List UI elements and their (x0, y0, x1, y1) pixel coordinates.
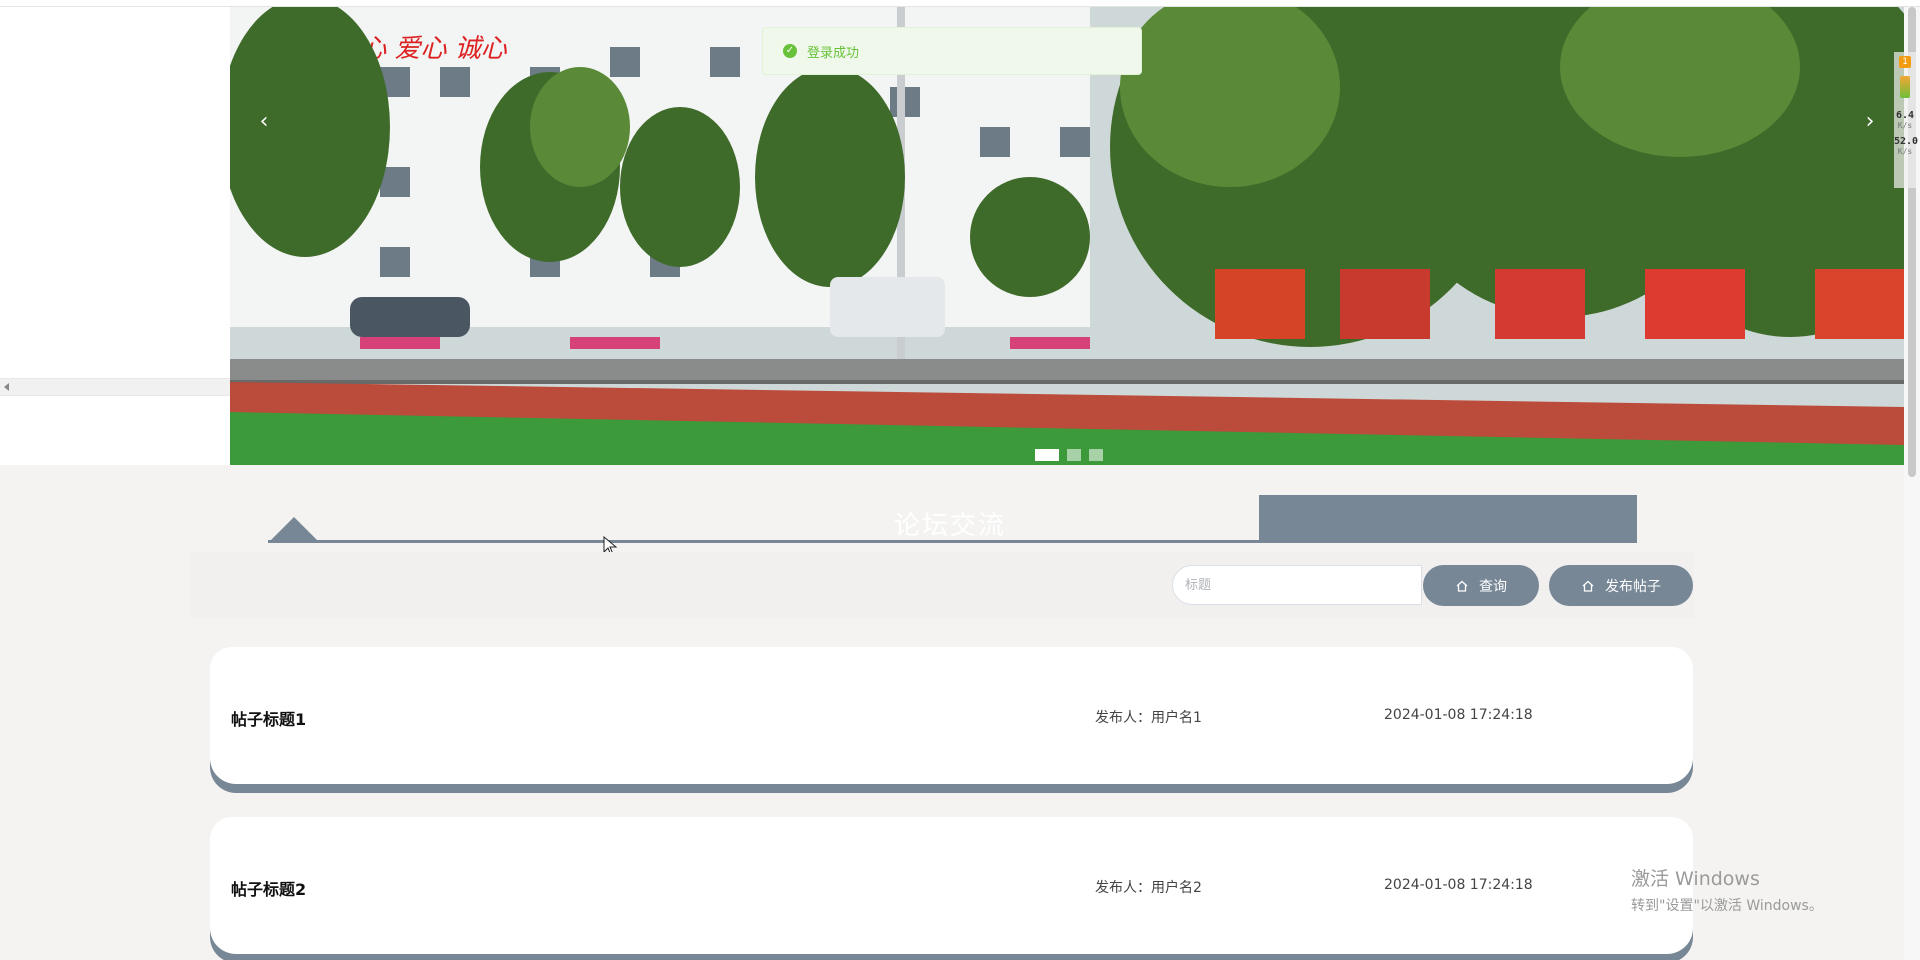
carousel-dot-2[interactable] (1067, 449, 1081, 461)
carousel-next-arrow-icon[interactable]: › (1850, 102, 1890, 142)
post-author: 发布人：用户名1 (1095, 710, 1202, 726)
widget-meter-icon (1900, 76, 1910, 98)
windows-activation-watermark: 激活 Windows 转到"设置"以激活 Windows。 (1631, 864, 1823, 915)
post-list-item[interactable]: 帖子标题2 发布人：用户名2 2024-01-08 17:24:18 (210, 817, 1693, 954)
home-icon (1582, 580, 1594, 592)
scroll-left-arrow-icon[interactable] (4, 383, 9, 391)
post-author: 发布人：用户名2 (1095, 880, 1202, 896)
upload-speed: 6.4 (1895, 110, 1915, 121)
section-header-block (1259, 495, 1637, 543)
left-blank-panel (0, 7, 230, 465)
publish-button-label: 发布帖子 (1605, 578, 1661, 595)
download-unit: K/s (1897, 147, 1913, 156)
success-check-icon: ✓ (783, 44, 797, 58)
search-button-label: 查询 (1479, 578, 1507, 595)
banner-carousel: 心 专心 爱心 诚心 ‹ › (230, 7, 1904, 465)
post-time: 2024-01-08 17:24:18 (1384, 877, 1533, 893)
section-title: 论坛交流 (893, 511, 1006, 541)
campus-photo: 心 专心 爱心 诚心 (230, 7, 1904, 465)
publish-post-button[interactable]: 发布帖子 (1549, 565, 1693, 606)
watermark-line2: 转到"设置"以激活 Windows。 (1631, 898, 1823, 914)
widget-badge: 1 (1899, 56, 1911, 68)
toast-message: 登录成功 (807, 45, 860, 61)
section-header-triangle (268, 517, 320, 543)
upload-unit: K/s (1897, 121, 1913, 130)
title-search-input[interactable] (1172, 565, 1422, 605)
watermark-line1: 激活 Windows (1631, 868, 1760, 890)
download-speed: 52.0 (1894, 136, 1919, 147)
post-title[interactable]: 帖子标题2 (231, 876, 306, 900)
left-horizontal-scrollbar[interactable] (0, 378, 230, 396)
section-header-line (268, 540, 1269, 543)
home-icon (1456, 580, 1468, 592)
carousel-dot-3[interactable] (1089, 449, 1103, 461)
post-list-item[interactable]: 帖子标题1 发布人：用户名1 2024-01-08 17:24:18 (210, 647, 1693, 784)
post-title[interactable]: 帖子标题1 (231, 706, 306, 730)
carousel-prev-arrow-icon[interactable]: ‹ (244, 102, 284, 142)
post-time: 2024-01-08 17:24:18 (1384, 707, 1533, 723)
top-border (0, 0, 1920, 7)
success-toast: ✓ 登录成功 (762, 27, 1142, 75)
network-speed-widget: 1 6.4 K/s 52.0 K/s (1894, 52, 1919, 188)
search-button[interactable]: 查询 (1423, 565, 1539, 606)
carousel-dot-1[interactable] (1035, 449, 1059, 461)
carousel-indicators (1035, 449, 1103, 461)
